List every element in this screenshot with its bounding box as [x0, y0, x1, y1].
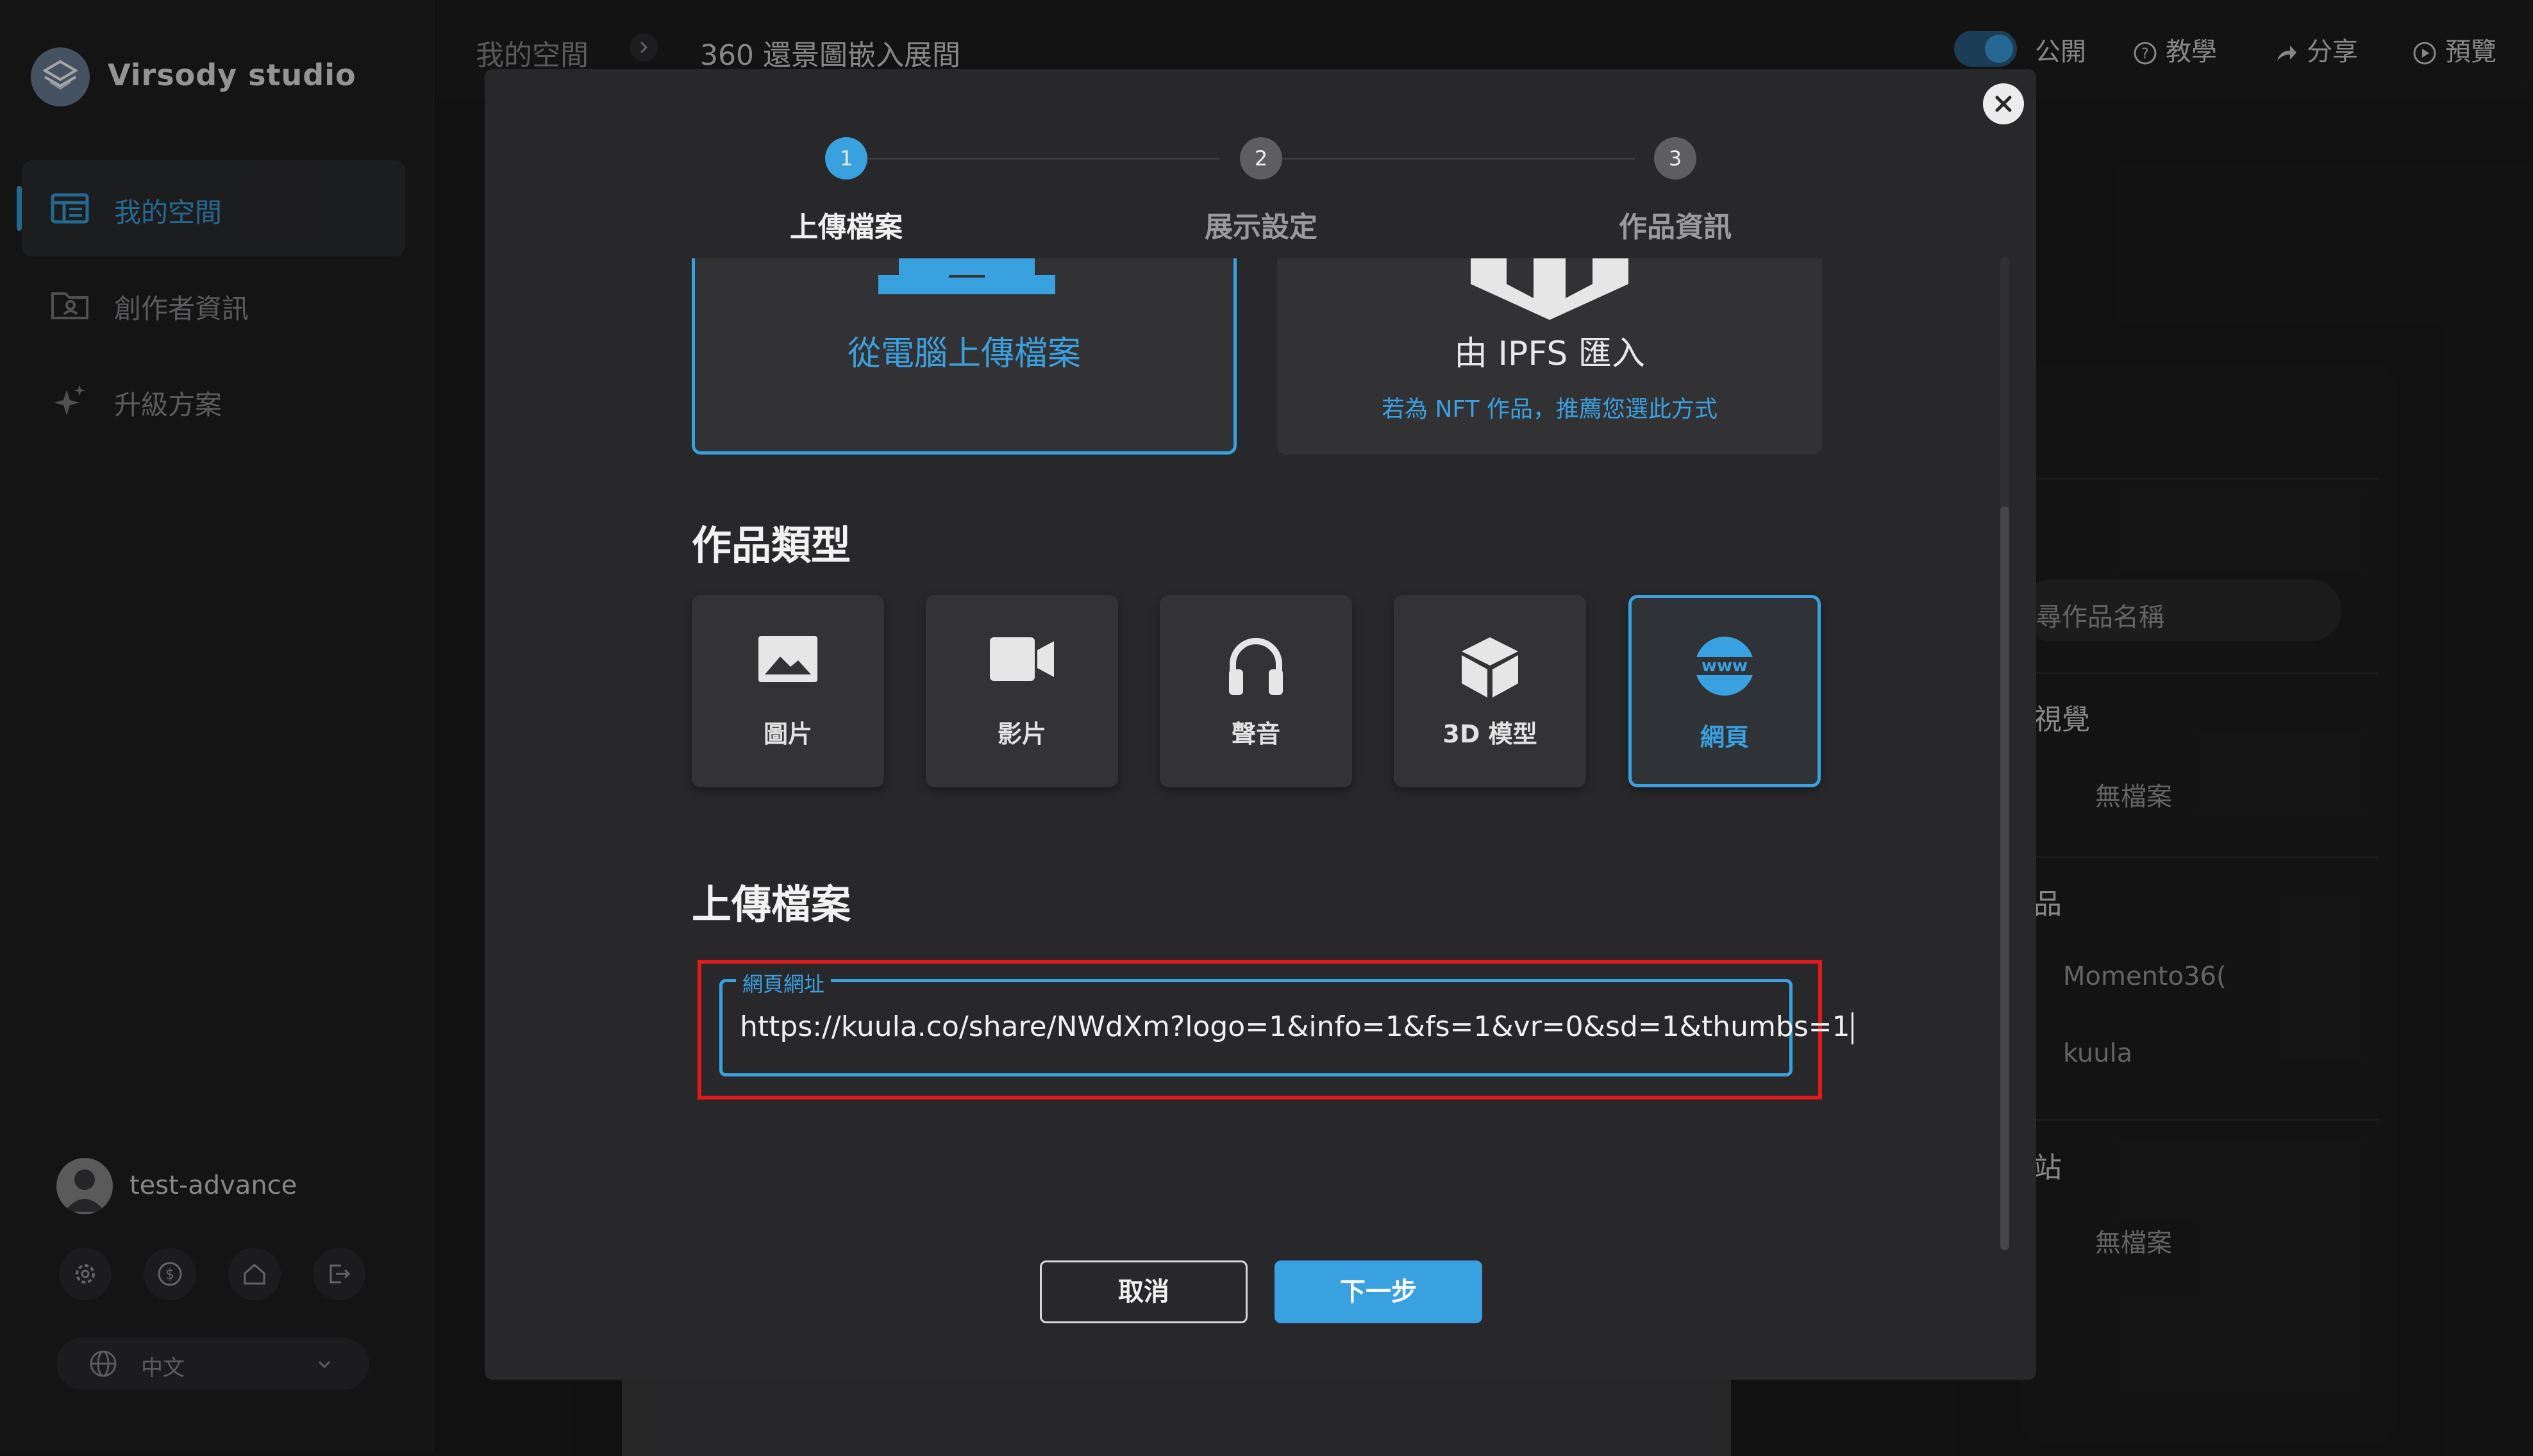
url-text: https://kuula.co/share/NWdXm?logo=1&info… [740, 1010, 1850, 1043]
image-icon [758, 636, 817, 682]
laptop-icon [878, 258, 1055, 294]
step-2-indicator: 2 [1240, 137, 1282, 180]
type-label: 圖片 [763, 720, 812, 748]
ipfs-icon [1471, 258, 1628, 320]
close-icon [1995, 96, 2012, 112]
type-section-title: 作品類型 [692, 522, 851, 569]
next-step-button[interactable]: 下一步 [1275, 1260, 1482, 1323]
type-option-3d-model[interactable]: 3D 模型 [1394, 595, 1586, 787]
type-label: 3D 模型 [1442, 720, 1537, 748]
close-button[interactable] [1983, 83, 2024, 124]
type-label: 網頁 [1700, 723, 1749, 751]
step-3-label: 作品資訊 [1619, 211, 1732, 244]
type-option-webpage[interactable]: www 網頁 [1628, 595, 1821, 787]
svg-text:www: www [1701, 657, 1748, 676]
headphones-icon [1229, 638, 1283, 695]
type-option-image[interactable]: 圖片 [692, 595, 884, 787]
text-caret [1851, 1012, 1853, 1044]
upload-from-computer-card[interactable]: 從電腦上傳檔案 [692, 258, 1237, 455]
step-1-indicator: 1 [825, 137, 867, 180]
card-subtitle: 若為 NFT 作品，推薦您選此方式 [1382, 396, 1718, 423]
video-icon [990, 637, 1054, 681]
type-label: 影片 [997, 720, 1046, 748]
webpage-url-value[interactable]: https://kuula.co/share/NWdXm?logo=1&info… [740, 1010, 1853, 1044]
step-connector [1282, 158, 1635, 160]
step-2-label: 展示設定 [1205, 211, 1317, 244]
card-title: 從電腦上傳檔案 [847, 335, 1081, 373]
type-option-audio[interactable]: 聲音 [1160, 595, 1352, 787]
cube-icon [1462, 637, 1518, 698]
step-1-label: 上傳檔案 [790, 211, 903, 244]
url-field-label: 網頁網址 [736, 968, 832, 998]
step-3-indicator: 3 [1654, 137, 1696, 180]
step-connector [867, 158, 1219, 160]
upload-section-title: 上傳檔案 [692, 881, 851, 928]
modal-scrollbar-thumb[interactable] [2000, 506, 2009, 1250]
www-icon: www [1694, 637, 1755, 696]
type-label: 聲音 [1231, 720, 1280, 748]
card-title: 由 IPFS 匯入 [1454, 335, 1645, 373]
cancel-button[interactable]: 取消 [1040, 1260, 1248, 1323]
import-from-ipfs-card[interactable]: 由 IPFS 匯入 若為 NFT 作品，推薦您選此方式 [1277, 258, 1822, 455]
type-option-video[interactable]: 影片 [926, 595, 1118, 787]
